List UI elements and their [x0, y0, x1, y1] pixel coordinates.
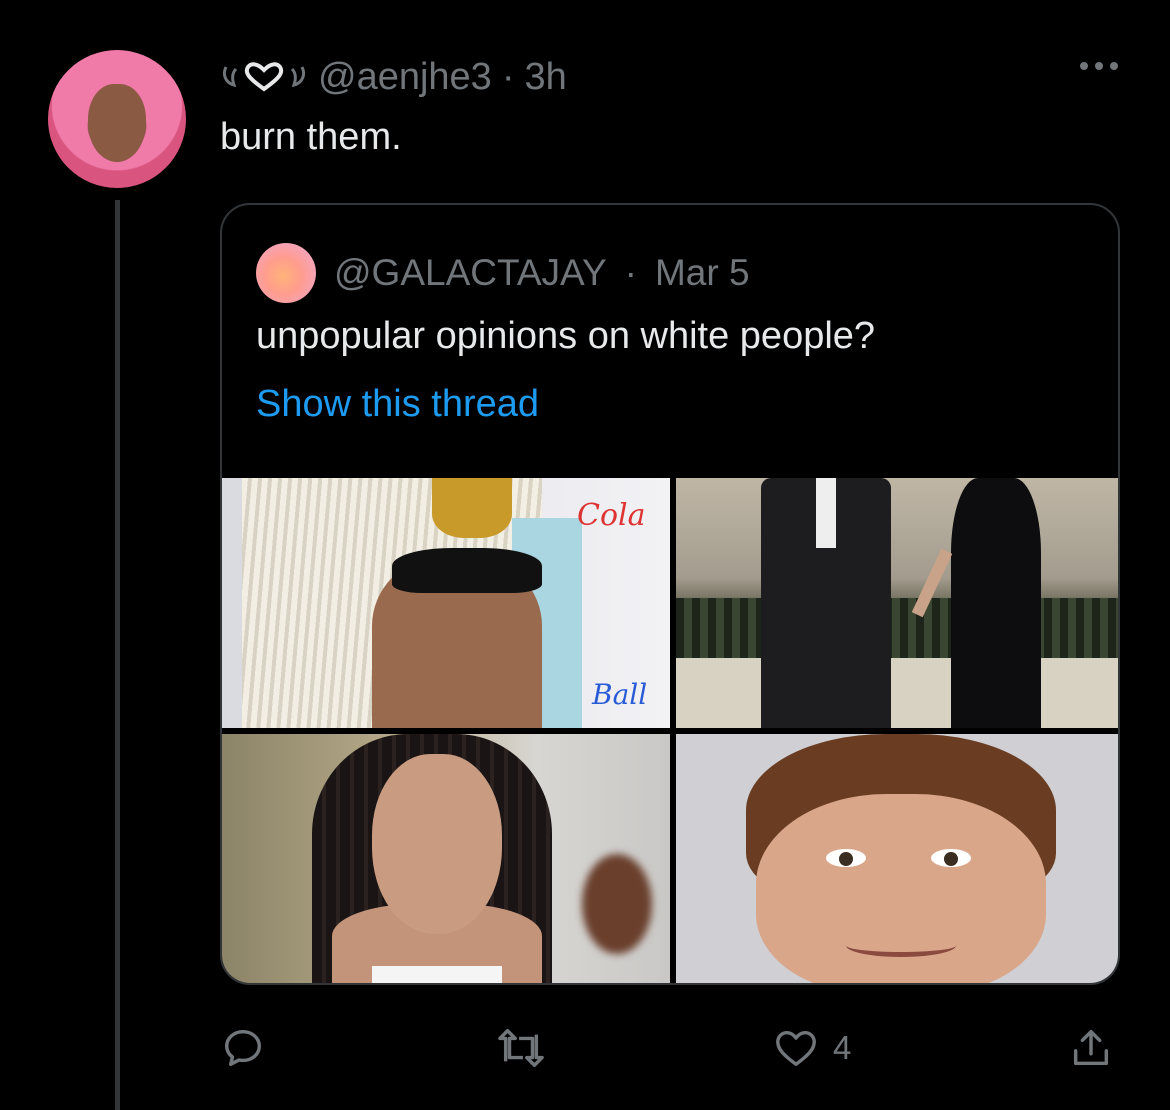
quoted-date[interactable]: Mar 5 — [655, 252, 750, 294]
avatar-face — [88, 84, 146, 162]
heart-icon — [776, 1030, 816, 1067]
background-person-shape — [582, 854, 652, 954]
backdrop-logo-text: Cola — [577, 498, 646, 533]
quoted-avatar[interactable] — [256, 243, 316, 303]
media-grid: Cola Ball — [222, 478, 1118, 983]
author-handle[interactable]: @aenjhe3 — [318, 56, 492, 99]
necklace-shape — [432, 478, 512, 538]
share-icon — [1073, 1029, 1109, 1066]
wings-heart-icon — [222, 62, 306, 92]
mouth-shape — [846, 934, 956, 957]
tweet-time[interactable]: 3h — [524, 56, 566, 99]
face-shape — [372, 754, 502, 934]
more-options-icon[interactable] — [1080, 62, 1118, 70]
retweet-button[interactable] — [496, 1025, 560, 1071]
user-avatar[interactable] — [48, 50, 186, 188]
share-button[interactable] — [1068, 1025, 1128, 1071]
top-shape — [392, 548, 542, 593]
shirt-shape — [816, 478, 836, 548]
reply-icon — [224, 1029, 262, 1067]
retweet-icon — [498, 1029, 544, 1067]
action-bar: 4 — [220, 1015, 1120, 1085]
quoted-separator: · — [624, 252, 637, 293]
media-image-1[interactable]: Cola Ball — [222, 478, 670, 728]
quoted-handle[interactable]: @GALACTAJAY — [334, 252, 607, 294]
media-image-3[interactable] — [222, 734, 670, 983]
carpet-shape — [676, 658, 1118, 728]
like-button[interactable]: 4 — [773, 1025, 851, 1071]
reply-button[interactable] — [220, 1025, 280, 1071]
quoted-header: @GALACTAJAY · Mar 5 — [256, 243, 750, 303]
media-image-2[interactable] — [676, 478, 1118, 728]
show-thread-link[interactable]: Show this thread — [256, 383, 539, 426]
thread-line — [115, 200, 120, 1110]
username-decor[interactable] — [220, 57, 308, 97]
header-separator: · — [501, 55, 515, 98]
dress-shape — [372, 966, 502, 983]
woman-dress-shape — [951, 478, 1041, 728]
tweet-text: burn them. — [220, 116, 402, 158]
media-image-4[interactable] — [676, 734, 1118, 983]
backdrop-ball-text: Ball — [592, 678, 648, 711]
tweet-header: @aenjhe3 · 3h — [220, 52, 567, 102]
like-count: 4 — [833, 1029, 852, 1066]
quoted-text: unpopular opinions on white people? — [256, 315, 876, 357]
quoted-tweet[interactable]: @GALACTAJAY · Mar 5 unpopular opinions o… — [220, 203, 1120, 985]
pupil-shape — [839, 852, 853, 866]
pupil-shape — [944, 852, 958, 866]
